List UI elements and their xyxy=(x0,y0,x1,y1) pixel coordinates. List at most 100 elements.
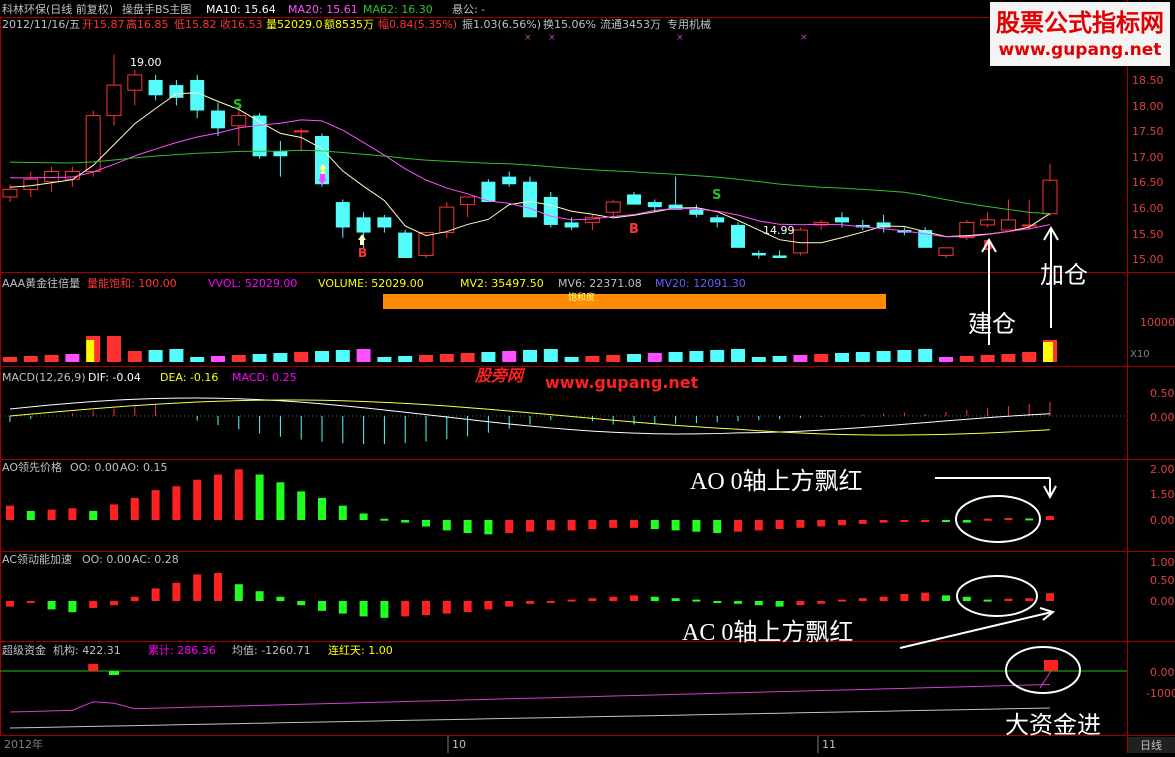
volume-bar xyxy=(107,336,121,362)
ac-bar xyxy=(380,601,389,618)
ao-bar xyxy=(234,469,243,520)
ac-bar xyxy=(234,584,243,601)
fund-y-tick: -1000 xyxy=(1146,687,1175,700)
ao-annotation: AO 0轴上方飘红 xyxy=(690,468,863,495)
candle-body xyxy=(460,196,476,206)
fund-bar xyxy=(109,671,119,675)
fund-highlight-circle xyxy=(1005,646,1081,694)
event-markers: × × × × xyxy=(524,33,808,43)
candle-body xyxy=(106,84,122,117)
price-tick: 18.50 xyxy=(1132,74,1164,87)
volume-bar xyxy=(564,357,579,362)
mv20-label: MV20: 12091.30 xyxy=(655,277,746,290)
ac-bar xyxy=(879,596,888,601)
candle-body xyxy=(523,181,537,218)
ao-bar xyxy=(297,491,306,520)
ao-y-tick: 0.00 xyxy=(1150,514,1175,527)
volume-bar xyxy=(148,350,163,362)
ao-bar xyxy=(463,520,472,533)
macd-label: MACD: 0.25 xyxy=(232,371,297,384)
ao-bar xyxy=(921,520,930,522)
volume-bar xyxy=(897,350,912,362)
ac-value-label: AC: 0.28 xyxy=(132,553,179,566)
candle-body xyxy=(835,217,849,223)
watermark-title: 股票公式指标网 xyxy=(996,9,1164,37)
ac-y-tick: 0.50 xyxy=(1150,574,1175,587)
candle-body xyxy=(1021,224,1037,227)
dif-label: DIF: -0.04 xyxy=(88,371,141,384)
ac-bar xyxy=(983,599,992,602)
ao-bar xyxy=(422,520,430,527)
ao-bar xyxy=(546,520,555,531)
time-label: 11 xyxy=(822,738,836,751)
ao-bar xyxy=(609,520,618,528)
ac-bar xyxy=(276,596,285,601)
ac-bar xyxy=(546,601,555,603)
svg-text:×: × xyxy=(800,33,808,43)
fund-acc-tail xyxy=(1039,670,1052,689)
volume-bar xyxy=(377,357,392,362)
ac-bar xyxy=(671,598,680,601)
ac-bar xyxy=(567,599,576,602)
candlestick-series xyxy=(2,54,1058,259)
ao-bar xyxy=(713,520,722,533)
volume-bar xyxy=(959,356,974,362)
ac-bar xyxy=(47,601,56,610)
low-label: 低15.82 xyxy=(174,18,217,31)
ma10-line xyxy=(9,92,1051,244)
volume-bar xyxy=(772,356,787,362)
volume-bar xyxy=(855,352,870,362)
volume-bar xyxy=(606,355,621,362)
suspend-label: 悬公: - xyxy=(452,3,485,16)
fund-panel-name: 超级资金 xyxy=(2,643,46,657)
candle-body xyxy=(356,217,371,233)
volume-bar xyxy=(710,350,725,362)
ao-bar xyxy=(900,520,909,522)
ao-bars xyxy=(6,469,1054,535)
price-tick: 18.00 xyxy=(1132,100,1164,113)
volume-bar xyxy=(1001,354,1016,362)
volume-bar xyxy=(356,349,371,362)
ac-bar xyxy=(442,601,451,614)
volume-bar xyxy=(460,353,475,362)
high-price-label: 19.00 xyxy=(130,56,162,69)
candle-body xyxy=(85,115,101,173)
stock-chart[interactable]: 科林环保(日线 前复权) 操盘手BS主图 MA10: 15.64 MA20: 1… xyxy=(0,0,1175,753)
volume-bar xyxy=(65,354,80,362)
candle-body xyxy=(772,255,787,258)
candle-body xyxy=(273,151,288,157)
candle-body xyxy=(127,74,143,91)
candle-body xyxy=(751,252,766,256)
ac-bar xyxy=(130,596,139,601)
ao-panel-name: AO领先价格 xyxy=(2,460,62,474)
chart-stage[interactable]: 科林环保(日线 前复权) 操盘手BS主图 MA10: 15.64 MA20: 1… xyxy=(0,0,1175,753)
candle-body xyxy=(335,202,350,228)
low-price-label: 14.99 xyxy=(763,224,795,237)
volume-bar xyxy=(918,349,933,362)
volume-bar xyxy=(439,354,454,362)
inst-label: 机构: 422.31 xyxy=(53,643,121,657)
down-arrow-icon xyxy=(320,174,325,179)
turnover-label: 换15.06% xyxy=(543,17,596,31)
indicator-name: 操盘手BS主图 xyxy=(122,2,191,16)
ao-bar xyxy=(671,520,680,531)
ac-bar xyxy=(463,601,472,613)
volume-bar xyxy=(689,351,704,362)
ac-y-tick: 1.00 xyxy=(1150,556,1175,569)
up-arrow-icon xyxy=(360,240,364,245)
volume-panel-name: AAA黄金往倍量 xyxy=(2,276,80,290)
candle-body xyxy=(689,209,704,215)
candle-body xyxy=(564,222,579,228)
ac-bar xyxy=(255,591,264,601)
watermark-box: 股票公式指标网 www.gupang.net xyxy=(990,2,1170,66)
ao-y-axis: 2.00 1.50 0.00 xyxy=(1150,463,1175,527)
candle-body xyxy=(647,202,662,208)
volume-bar xyxy=(211,356,225,362)
high-label: 高16.85 xyxy=(126,17,169,31)
volume-bar xyxy=(231,355,246,362)
ac-bar xyxy=(6,601,14,607)
candle-body xyxy=(502,176,517,185)
ao-bar xyxy=(193,479,202,520)
ao-bar xyxy=(692,520,701,532)
ac-bar xyxy=(838,599,846,602)
